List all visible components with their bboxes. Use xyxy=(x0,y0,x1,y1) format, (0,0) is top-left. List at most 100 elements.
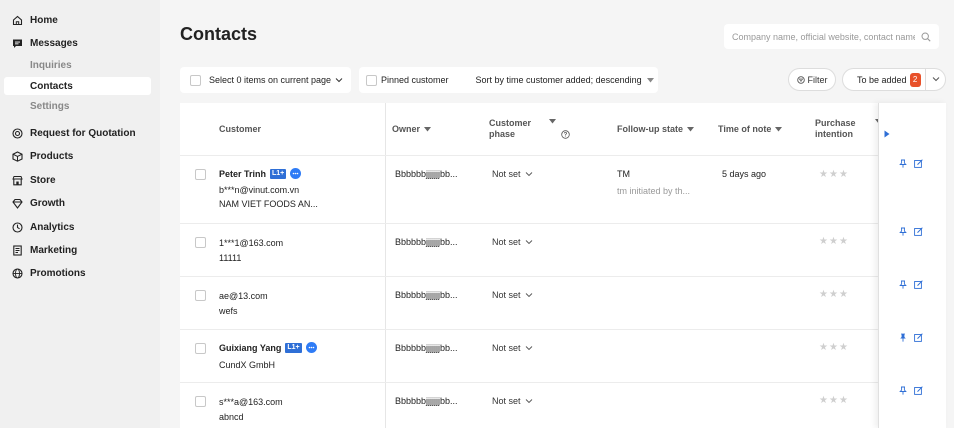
header-owner[interactable]: Owner xyxy=(392,103,432,155)
star-icon: ★ xyxy=(828,289,838,300)
level-badge: L1+ xyxy=(285,342,302,353)
help-icon[interactable]: ? xyxy=(561,130,570,139)
sort-dropdown-label[interactable]: Sort by time customer added; descending xyxy=(476,75,642,85)
customer-email: b***n@vinut.com.vn xyxy=(219,185,300,195)
select-all-checkbox[interactable] xyxy=(190,74,201,86)
time-of-note: 5 days ago xyxy=(722,169,767,179)
filter-label: Filter xyxy=(807,74,828,85)
pinned-customer-label[interactable]: Pinned customer xyxy=(381,75,449,85)
star-icon: ★ xyxy=(828,395,838,406)
edit-icon[interactable] xyxy=(914,159,923,168)
customer-phase-dropdown[interactable]: Not set xyxy=(492,343,533,353)
customer-cell: s***a@163.com abncd xyxy=(219,397,283,422)
customer-cell: ae@13.com wefs xyxy=(219,291,268,316)
caret-down-icon xyxy=(549,119,556,124)
select-page-dropdown[interactable]: Select 0 items on current page xyxy=(180,67,351,93)
table-row[interactable]: Guixiang Yang L1+ CundX GmbH Bbbbbbjjjjjj… xyxy=(180,329,880,382)
customer-company: 11111 xyxy=(219,253,242,263)
edit-icon[interactable] xyxy=(914,333,923,342)
customer-email[interactable]: ae@13.com xyxy=(219,291,268,301)
message-icon xyxy=(12,38,23,49)
sidebar-item-store[interactable]: Store xyxy=(12,171,56,189)
sidebar-item-marketing[interactable]: Marketing xyxy=(12,241,77,259)
sidebar-item-label: Marketing xyxy=(30,244,78,256)
sidebar-item-contacts[interactable]: Contacts xyxy=(4,77,151,95)
chevron-down-icon[interactable] xyxy=(931,74,941,84)
caret-down-icon xyxy=(424,126,432,132)
customer-phase-dropdown[interactable]: Not set xyxy=(492,169,533,179)
pin-icon[interactable] xyxy=(899,227,907,236)
star-icon: ★ xyxy=(819,169,828,180)
to-be-added-button[interactable]: To be added 2 xyxy=(842,68,946,91)
sidebar-item-rfq[interactable]: Request for Quotation xyxy=(12,124,136,142)
customer-phase-dropdown[interactable]: Not set xyxy=(492,290,533,300)
globe-icon xyxy=(12,267,23,279)
table-row[interactable]: 1***1@163.com 11111 Bbbbbbjjjjjjjbb... N… xyxy=(180,223,880,276)
purchase-intention-stars[interactable]: ★ ★ ★ xyxy=(819,342,848,353)
edit-icon[interactable] xyxy=(914,386,923,395)
select-label: Select 0 items on current page xyxy=(209,75,332,85)
chat-icon[interactable] xyxy=(290,168,302,179)
customer-cell: Peter Trinh L1+ b***n@vinut.com.vn NAM VI… xyxy=(219,168,318,209)
table-row[interactable]: Peter Trinh L1+ b***n@vinut.com.vn NAM VI… xyxy=(180,155,880,223)
sidebar-item-home[interactable]: Home xyxy=(12,11,58,29)
customer-name[interactable]: Peter Trinh xyxy=(219,169,266,179)
purchase-intention-stars[interactable]: ★ ★ ★ xyxy=(819,236,848,247)
sidebar-item-growth[interactable]: Growth xyxy=(12,194,65,212)
purchase-intention-stars[interactable]: ★ ★ ★ xyxy=(819,395,848,406)
sidebar: Home Messages Inquiries Contacts Setting… xyxy=(0,0,160,428)
pin-icon[interactable] xyxy=(899,159,907,168)
row-actions-panel xyxy=(878,103,946,428)
edit-icon[interactable] xyxy=(914,280,923,289)
search-icon[interactable] xyxy=(921,31,931,42)
contacts-table: Customer Owner Customer phase ? Follow-u… xyxy=(180,103,882,428)
sidebar-item-messages[interactable]: Messages xyxy=(12,34,78,52)
store-icon xyxy=(12,175,23,186)
row-checkbox[interactable] xyxy=(195,396,206,407)
sidebar-item-settings[interactable]: Settings xyxy=(4,97,151,115)
chevron-down-icon xyxy=(525,171,533,177)
level-badge: L1+ xyxy=(270,168,287,179)
chevron-down-icon xyxy=(525,292,533,298)
pinned-customer-checkbox[interactable] xyxy=(366,74,377,86)
purchase-intention-stars[interactable]: ★ ★ ★ xyxy=(819,289,848,300)
owner-cell: Bbbbbbjjjjjjjbb... xyxy=(395,169,458,179)
row-checkbox[interactable] xyxy=(195,290,206,301)
customer-phase-dropdown[interactable]: Not set xyxy=(492,396,533,406)
header-time-of-note[interactable]: Time of note xyxy=(718,103,783,155)
filter-button[interactable]: Filter xyxy=(788,68,836,91)
pin-icon[interactable] xyxy=(899,386,907,395)
row-checkbox[interactable] xyxy=(195,169,206,180)
sidebar-item-inquiries[interactable]: Inquiries xyxy=(4,56,151,74)
row-actions xyxy=(899,333,923,342)
followup-cell: TM tm initiated by th... xyxy=(617,169,690,196)
pinned-icon[interactable] xyxy=(899,333,907,342)
row-checkbox[interactable] xyxy=(195,237,206,248)
customer-cell: Guixiang Yang L1+ CundX GmbH xyxy=(219,342,317,370)
edit-icon[interactable] xyxy=(914,227,923,236)
star-icon: ★ xyxy=(819,395,828,406)
header-customer-phase[interactable]: Customer phase ? xyxy=(489,103,579,155)
customer-phase-dropdown[interactable]: Not set xyxy=(492,237,533,247)
table-row[interactable]: ae@13.com wefs Bbbbbbjjjjjjjbb... Not se… xyxy=(180,276,880,329)
search-input[interactable]: Company name, official website, contact … xyxy=(724,24,939,49)
chat-icon[interactable] xyxy=(305,342,317,353)
header-purchase-intention[interactable]: Purchase intention xyxy=(815,103,882,155)
sidebar-item-promotions[interactable]: Promotions xyxy=(12,264,86,282)
purchase-intention-stars[interactable]: ★ ★ ★ xyxy=(819,169,848,180)
row-checkbox[interactable] xyxy=(195,343,206,354)
header-followup-state[interactable]: Follow-up state xyxy=(617,103,694,155)
pin-icon[interactable] xyxy=(899,280,907,289)
star-icon: ★ xyxy=(828,342,838,353)
customer-email[interactable]: 1***1@163.com xyxy=(219,238,283,248)
customer-name[interactable]: Guixiang Yang xyxy=(219,343,281,353)
sidebar-item-products[interactable]: Products xyxy=(12,147,73,165)
table-row[interactable]: s***a@163.com abncd Bbbbbbjjjjjjjbb... N… xyxy=(180,382,880,428)
document-icon xyxy=(12,244,23,256)
scroll-right-arrow-icon[interactable] xyxy=(884,130,890,138)
star-icon: ★ xyxy=(838,289,848,300)
sidebar-item-analytics[interactable]: Analytics xyxy=(12,218,74,236)
customer-email[interactable]: s***a@163.com xyxy=(219,397,283,407)
caret-down-icon xyxy=(687,126,694,132)
caret-down-icon[interactable] xyxy=(646,77,654,83)
